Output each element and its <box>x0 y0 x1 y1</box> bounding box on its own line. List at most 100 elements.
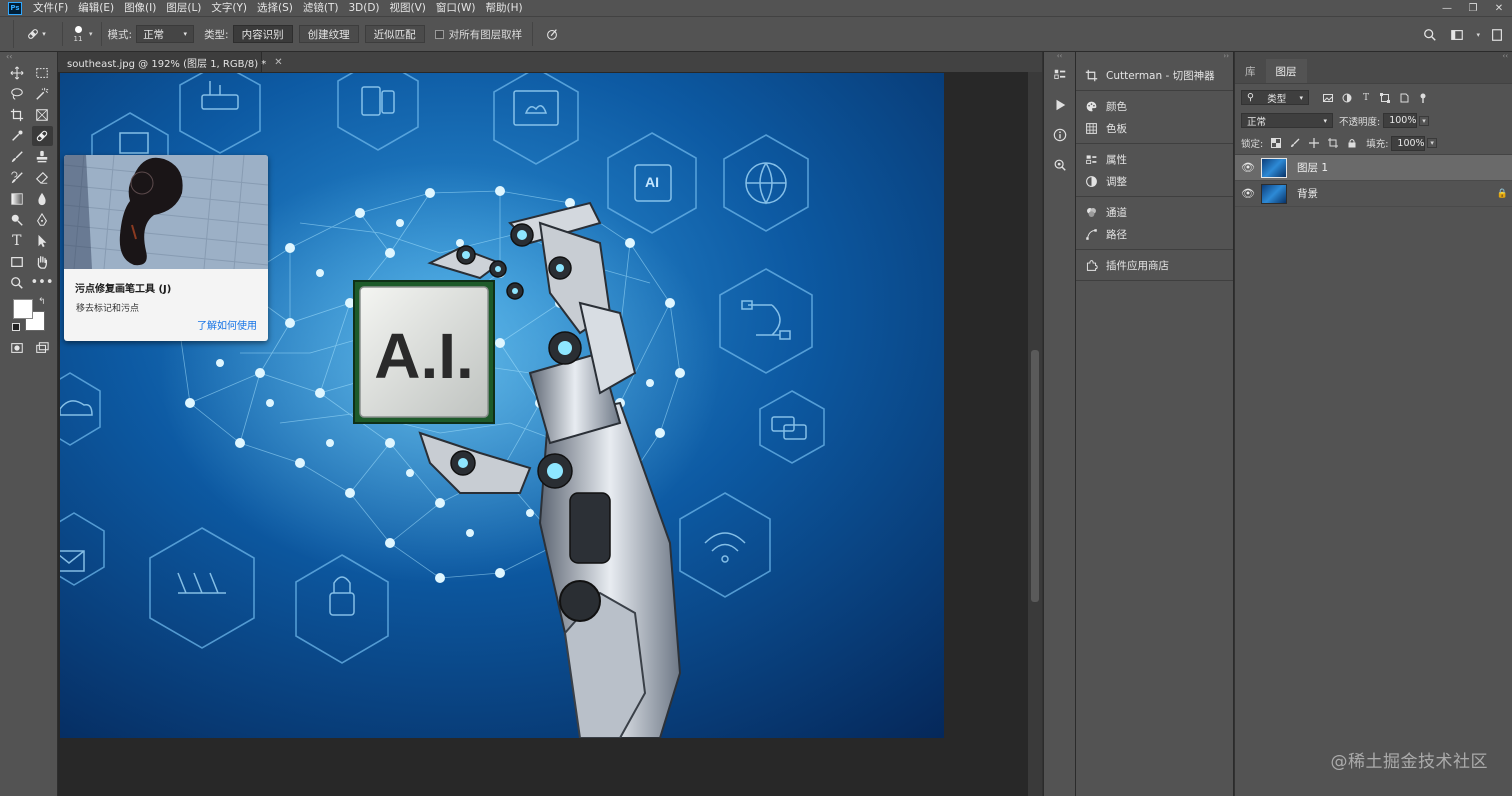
panel-adjustments[interactable]: 调整 <box>1076 170 1233 192</box>
menu-edit[interactable]: 编辑(E) <box>73 0 119 16</box>
eye-icon[interactable]: 👁 <box>1235 187 1261 200</box>
layer-filter-select[interactable]: ⚲ 类型 ▾ <box>1241 90 1309 105</box>
vertical-scrollbar[interactable] <box>1028 72 1042 796</box>
menu-help[interactable]: 帮助(H) <box>481 0 528 16</box>
sample-all-layers-checkbox[interactable]: 对所有图层取样 <box>434 27 527 42</box>
filter-shape-button[interactable] <box>1378 91 1392 105</box>
lock-transparent-button[interactable] <box>1269 136 1283 150</box>
menu-layer[interactable]: 图层(L) <box>161 0 206 16</box>
hand-tool[interactable] <box>32 252 54 272</box>
layer-name[interactable]: 背景 <box>1297 186 1318 201</box>
chevron-down-icon[interactable]: ▾ <box>1476 31 1480 39</box>
document-tab[interactable]: southeast.jpg @ 192% (图层 1, RGB/8) * ✕ <box>58 52 283 72</box>
tool-preset-picker[interactable]: ▾ <box>22 24 50 44</box>
share-button[interactable] <box>1490 25 1504 45</box>
filter-adjustment-button[interactable] <box>1340 91 1354 105</box>
menu-select[interactable]: 选择(S) <box>252 0 298 16</box>
scrollbar-thumb[interactable] <box>1031 350 1039 602</box>
rectangle-tool[interactable] <box>6 252 28 272</box>
quick-mask-button[interactable] <box>6 338 28 358</box>
dodge-tool[interactable] <box>6 210 28 230</box>
chevron-down-icon[interactable]: ▾ <box>89 30 93 38</box>
edit-toolbar-button[interactable]: ••• <box>31 273 54 293</box>
eyedropper-tool[interactable] <box>6 126 28 146</box>
chevron-down-icon[interactable]: ▾ <box>1419 115 1429 126</box>
menu-window[interactable]: 窗口(W) <box>431 0 481 16</box>
lasso-tool[interactable] <box>6 84 28 104</box>
lock-all-button[interactable] <box>1345 136 1359 150</box>
path-selection-tool[interactable] <box>32 231 54 251</box>
foreground-color-swatch[interactable] <box>13 299 33 319</box>
eraser-tool[interactable] <box>32 168 54 188</box>
clone-stamp-tool[interactable] <box>32 147 54 167</box>
menu-filter[interactable]: 滤镜(T) <box>298 0 344 16</box>
opacity-input[interactable]: 100% <box>1383 113 1418 128</box>
crop-tool[interactable] <box>6 105 28 125</box>
layer-row[interactable]: 👁 背景 🔒 <box>1235 181 1512 207</box>
menu-view[interactable]: 视图(V) <box>385 0 431 16</box>
filter-pixel-button[interactable] <box>1321 91 1335 105</box>
panel-swatches[interactable]: 色板 <box>1076 117 1233 139</box>
actions-button[interactable] <box>1044 90 1075 120</box>
dock-grip-icon[interactable]: ‹‹ <box>1044 52 1075 60</box>
search-button[interactable] <box>1422 25 1438 45</box>
type-proximity-match-button[interactable]: 近似匹配 <box>364 25 425 43</box>
eye-icon[interactable]: 👁 <box>1235 161 1261 174</box>
move-tool[interactable] <box>6 63 28 83</box>
lock-position-button[interactable] <box>1307 136 1321 150</box>
swap-colors-icon[interactable]: ↰ <box>38 297 46 307</box>
frame-tool[interactable] <box>32 105 54 125</box>
brush-size-picker[interactable]: 11 <box>71 25 85 43</box>
layer-name[interactable]: 图层 1 <box>1297 160 1328 175</box>
menu-file[interactable]: 文件(F) <box>28 0 73 16</box>
panel-cutterman[interactable]: Cutterman - 切图神器 <box>1076 64 1233 86</box>
panel-paths[interactable]: 路径 <box>1076 223 1233 245</box>
minimize-button[interactable]: — <box>1434 0 1460 16</box>
default-colors-icon[interactable] <box>12 323 20 331</box>
close-button[interactable]: ✕ <box>1486 0 1512 16</box>
filter-type-button[interactable]: T <box>1359 91 1373 105</box>
close-icon[interactable]: ✕ <box>274 57 282 68</box>
magic-wand-tool[interactable] <box>32 84 54 104</box>
menu-3d[interactable]: 3D(D) <box>343 0 384 16</box>
type-content-aware-button[interactable]: 内容识别 <box>232 25 293 43</box>
chevron-down-icon[interactable]: ▾ <box>1427 138 1437 148</box>
fill-input[interactable]: 100% <box>1391 135 1426 151</box>
history-brush-tool[interactable] <box>6 168 28 188</box>
tab-layers[interactable]: 图层 <box>1265 59 1307 83</box>
pressure-size-button[interactable] <box>543 24 561 44</box>
blur-tool[interactable] <box>32 189 54 209</box>
screen-mode-button[interactable] <box>32 338 54 358</box>
layer-row[interactable]: 👁 图层 1 <box>1235 155 1512 181</box>
spot-healing-brush-tool[interactable] <box>31 125 53 146</box>
zoom-tool[interactable] <box>6 273 27 293</box>
history-button[interactable] <box>1044 60 1075 90</box>
blend-mode-select[interactable]: 正常 ▾ <box>1241 113 1333 128</box>
toolbox-grip-icon[interactable]: ‹‹ <box>0 52 57 62</box>
type-create-texture-button[interactable]: 创建纹理 <box>298 25 359 43</box>
layers-grip-icon[interactable]: ‹‹ <box>1502 52 1508 60</box>
tab-libraries[interactable]: 库 <box>1235 59 1266 83</box>
learn-how-link[interactable]: 了解如何使用 <box>197 317 257 332</box>
filter-smart-object-button[interactable] <box>1397 91 1411 105</box>
pen-tool[interactable] <box>32 210 54 230</box>
brush-tool[interactable] <box>6 147 28 167</box>
panels-grip-icon[interactable]: ›› <box>1076 52 1233 60</box>
panel-plugin-store[interactable]: 插件应用商店 <box>1076 254 1233 276</box>
lock-pixels-button[interactable] <box>1288 136 1302 150</box>
type-tool[interactable]: T <box>6 231 28 251</box>
plugin-button[interactable] <box>1044 150 1075 180</box>
checkbox-box[interactable] <box>434 29 444 39</box>
menu-type[interactable]: 文字(Y) <box>206 0 252 16</box>
workspace-button[interactable] <box>1448 25 1466 45</box>
restore-button[interactable]: ❐ <box>1460 0 1486 16</box>
panel-properties[interactable]: 属性 <box>1076 148 1233 170</box>
mode-select[interactable]: 正常 ▾ <box>136 25 195 43</box>
info-button[interactable] <box>1044 120 1075 150</box>
gradient-tool[interactable] <box>6 189 28 209</box>
panel-channels[interactable]: 通道 <box>1076 201 1233 223</box>
lock-artboard-button[interactable] <box>1326 136 1340 150</box>
menu-image[interactable]: 图像(I) <box>119 0 161 16</box>
panel-color[interactable]: 颜色 <box>1076 95 1233 117</box>
marquee-tool[interactable] <box>32 63 54 83</box>
